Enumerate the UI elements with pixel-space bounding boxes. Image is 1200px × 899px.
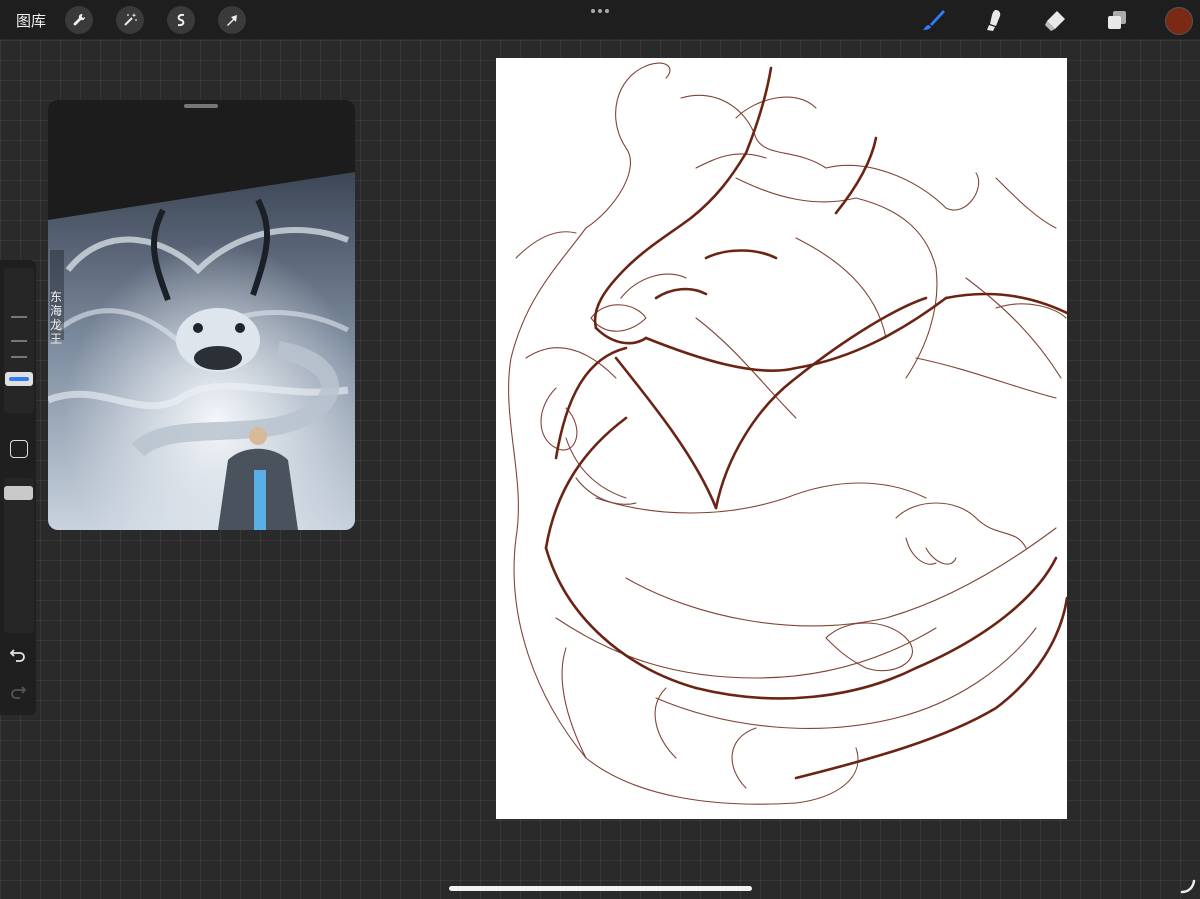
home-indicator[interactable] — [449, 886, 752, 891]
selection-icon[interactable] — [167, 6, 195, 34]
brush-size-slider[interactable] — [4, 268, 34, 413]
wrench-icon[interactable] — [65, 6, 93, 34]
top-toolbar: 图库 — [0, 0, 1200, 39]
brush-icon[interactable] — [920, 6, 948, 34]
brush-size-handle[interactable] — [5, 372, 33, 386]
dragon-sketch — [508, 62, 1069, 805]
drawing-canvas[interactable] — [496, 58, 1069, 819]
layers-icon[interactable] — [1103, 6, 1131, 34]
more-options-icon[interactable] — [588, 6, 612, 16]
color-picker-swatch[interactable] — [1165, 7, 1193, 35]
reference-caption: 东海龙王 — [50, 290, 63, 346]
reference-panel[interactable]: 东海龙王 — [48, 100, 355, 530]
modify-button[interactable] — [10, 440, 28, 458]
redo-icon[interactable] — [9, 683, 27, 701]
eraser-icon[interactable] — [1041, 6, 1069, 34]
gallery-button[interactable]: 图库 — [16, 10, 46, 31]
opacity-handle[interactable] — [4, 486, 33, 500]
reference-image — [48, 172, 355, 530]
magic-wand-icon[interactable] — [116, 6, 144, 34]
undo-icon[interactable] — [9, 646, 27, 664]
left-sidebar — [0, 260, 36, 715]
transform-arrow-icon[interactable] — [218, 6, 246, 34]
quick-menu-corner-icon[interactable] — [1180, 878, 1196, 894]
opacity-slider[interactable] — [4, 478, 34, 633]
smudge-icon[interactable] — [980, 6, 1008, 34]
